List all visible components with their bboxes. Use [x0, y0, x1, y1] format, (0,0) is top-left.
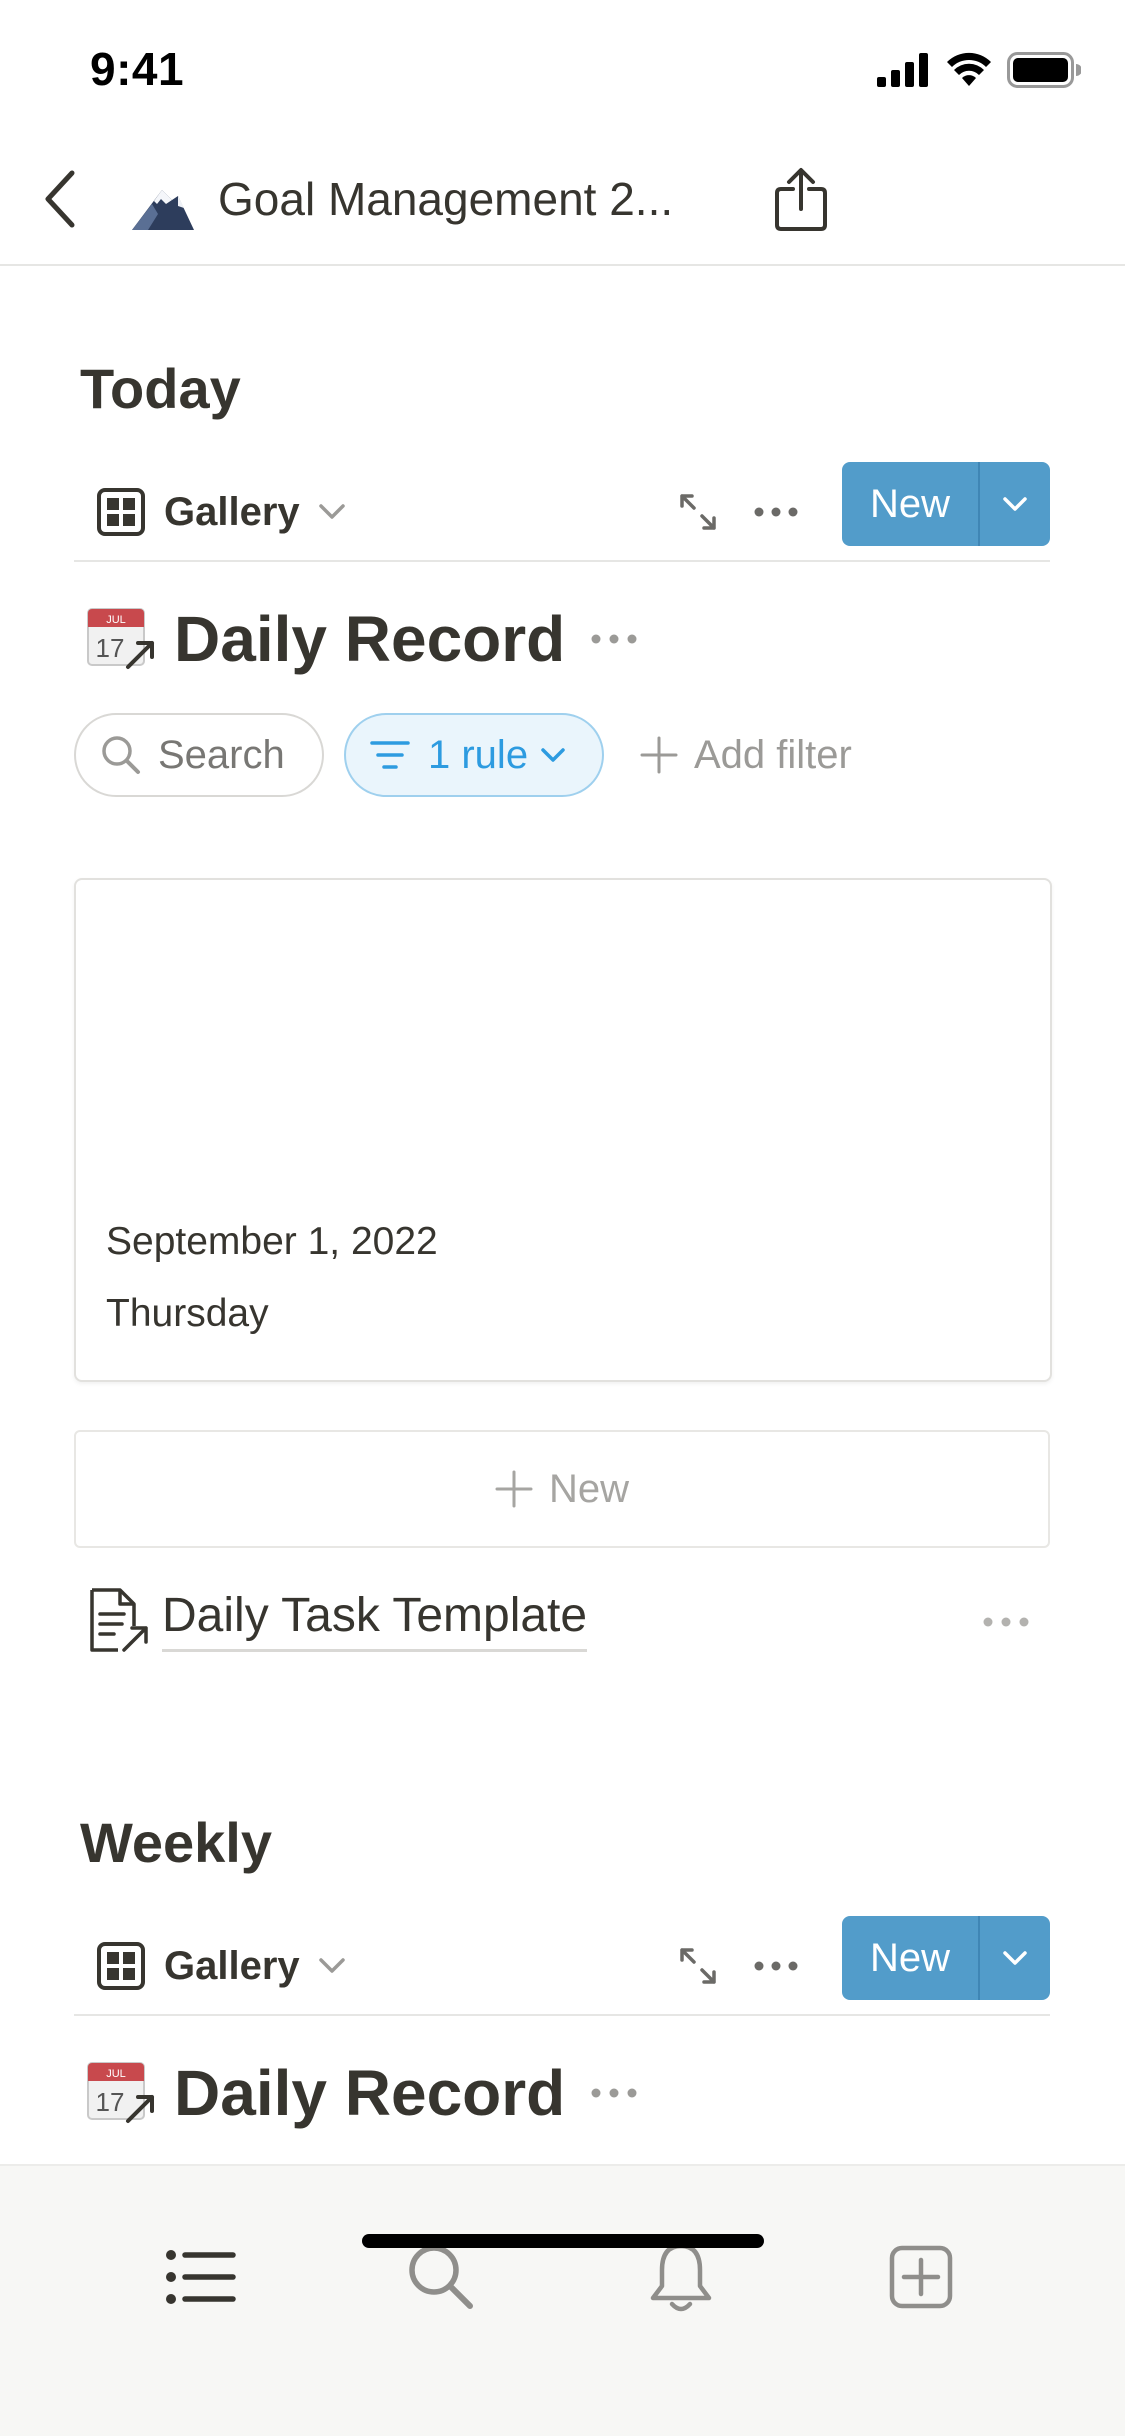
chevron-down-icon	[541, 748, 565, 762]
view-toolbar: Gallery New	[74, 1916, 1050, 2016]
add-filter-label: Add filter	[694, 732, 852, 777]
view-more-button[interactable]	[748, 1938, 804, 1994]
bell-icon	[650, 2240, 712, 2312]
signal-icon	[877, 53, 928, 87]
gallery-card[interactable]: September 1, 2022 Thursday	[74, 878, 1052, 1382]
add-new-card-button[interactable]: New	[74, 1430, 1050, 1548]
tab-bar	[0, 2164, 1125, 2436]
share-button[interactable]	[766, 160, 836, 240]
more-horizontal-icon	[983, 1617, 1029, 1627]
database-more-icon[interactable]	[591, 634, 637, 644]
wifi-icon	[947, 52, 991, 86]
view-label: Gallery	[164, 489, 300, 534]
filter-bar: Search 1 rule Add filter	[74, 712, 852, 798]
view-switcher[interactable]: Gallery	[96, 1936, 346, 1996]
expand-button[interactable]	[670, 484, 726, 540]
add-filter-button[interactable]: Add filter	[640, 733, 852, 778]
view-more-button[interactable]	[748, 484, 804, 540]
chevron-down-icon	[318, 1958, 345, 1973]
search-icon	[102, 736, 140, 774]
list-icon	[166, 2250, 236, 2304]
page-title: Goal Management 2...	[218, 173, 674, 225]
battery-icon	[1007, 52, 1081, 88]
tab-new-page[interactable]	[876, 2232, 966, 2322]
new-dropdown-button[interactable]	[980, 462, 1050, 546]
svg-text:JUL: JUL	[106, 2068, 126, 2080]
filter-rule-label: 1 rule	[428, 732, 529, 777]
view-switcher[interactable]: Gallery	[96, 482, 346, 542]
new-button[interactable]: New	[842, 1916, 978, 2000]
section-title-today: Today	[80, 357, 241, 420]
gallery-icon	[97, 488, 145, 536]
card-day: Thursday	[106, 1292, 269, 1335]
mountain-icon	[132, 190, 194, 230]
home-indicator	[362, 2234, 764, 2248]
template-more-button[interactable]	[976, 1594, 1036, 1650]
database-title-row: JUL 17 Daily Record	[84, 2048, 637, 2138]
database-title[interactable]: Daily Record	[174, 2056, 565, 2130]
new-split-button: New	[842, 462, 1050, 546]
nav-bar: Goal Management 2...	[0, 132, 1125, 266]
section-title-weekly: Weekly	[80, 1811, 272, 1874]
add-new-label: New	[548, 1466, 630, 1511]
share-icon	[775, 168, 827, 231]
svg-text:JUL: JUL	[106, 614, 126, 626]
expand-icon	[680, 494, 716, 530]
status-bar: 9:41	[0, 0, 1125, 132]
calendar-icon: JUL 17	[87, 608, 154, 669]
database-title-row: JUL 17 Daily Record	[84, 594, 637, 684]
more-horizontal-icon	[754, 1961, 798, 1971]
view-toolbar: Gallery New	[74, 462, 1050, 562]
template-link[interactable]: Daily Task Template	[162, 1588, 588, 1652]
filter-rule-chip[interactable]: 1 rule	[344, 713, 604, 797]
new-page-icon	[889, 2245, 953, 2309]
svg-text:17: 17	[96, 633, 125, 663]
status-time: 9:41	[90, 43, 185, 95]
new-split-button: New	[842, 1916, 1050, 2000]
plus-icon	[495, 1470, 533, 1508]
back-button[interactable]	[30, 164, 90, 234]
search-icon	[409, 2245, 473, 2309]
template-row: Daily Task Template	[84, 1580, 1050, 1660]
gallery-icon	[97, 1942, 145, 1990]
template-page-icon	[90, 1588, 148, 1652]
calendar-icon: JUL 17	[87, 2062, 154, 2123]
new-button[interactable]: New	[842, 462, 978, 546]
card-date: September 1, 2022	[106, 1220, 438, 1263]
svg-text:17: 17	[96, 2087, 125, 2117]
tab-list[interactable]	[156, 2232, 246, 2322]
chevron-left-icon	[45, 170, 75, 228]
chevron-down-icon	[1003, 497, 1027, 511]
view-label: Gallery	[164, 1943, 300, 1988]
plus-icon	[640, 736, 678, 774]
more-horizontal-icon	[754, 507, 798, 517]
status-icons	[877, 50, 1081, 90]
expand-icon	[680, 1948, 716, 1984]
new-dropdown-button[interactable]	[980, 1916, 1050, 2000]
database-more-icon[interactable]	[591, 2088, 637, 2098]
chevron-down-icon	[1003, 1951, 1027, 1965]
search-chip[interactable]: Search	[74, 713, 324, 797]
expand-button[interactable]	[670, 1938, 726, 1994]
search-label: Search	[158, 732, 285, 777]
chevron-down-icon	[318, 504, 345, 519]
database-title[interactable]: Daily Record	[174, 602, 565, 676]
filter-icon	[370, 741, 410, 769]
